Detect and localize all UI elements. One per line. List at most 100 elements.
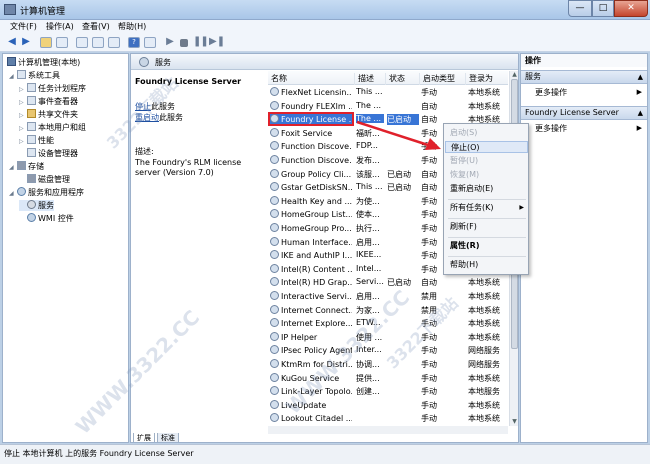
service-name: Foxit Service	[281, 128, 333, 138]
expand-icon[interactable]: ▷	[19, 99, 27, 106]
table-row[interactable]: Intel(R) HD Grap... Servi... 已启动 自动 本地系统	[268, 276, 508, 290]
menu-help[interactable]: 帮助(H)	[118, 21, 146, 32]
collapse-icon[interactable]: ▲	[638, 71, 643, 83]
expand-icon[interactable]: ▷	[19, 112, 27, 119]
table-row[interactable]: IPsec Policy Agent Inter... 手动 网络服务	[268, 344, 508, 358]
up-folder-icon[interactable]	[40, 37, 52, 48]
column-name[interactable]: 名称	[268, 73, 287, 85]
tab-extended[interactable]: 扩展	[133, 433, 155, 442]
table-row[interactable]: KtmRm for Distri... 协调... 手动 网络服务	[268, 358, 508, 372]
service-name: HomeGroup List...	[281, 210, 352, 220]
startup-type-cell: 手动	[421, 332, 437, 342]
service-name: Intel(R) HD Grap...	[281, 278, 352, 288]
table-row[interactable]: Internet Explore... ETW... 手动 本地系统	[268, 317, 508, 331]
context-menu-item-label: 帮助(H)	[450, 260, 479, 269]
menu-action[interactable]: 操作(A)	[46, 21, 74, 32]
expand-icon[interactable]: ◢	[9, 73, 17, 80]
service-name-cell: Human Interface...	[270, 236, 352, 247]
more-actions-foundry[interactable]: 更多操作 ▶	[521, 122, 647, 135]
expand-icon[interactable]: ◢	[9, 190, 17, 197]
scroll-up-icon[interactable]: ▲	[510, 71, 518, 79]
back-arrow-icon[interactable]: ◀	[6, 37, 18, 48]
scroll-down-icon[interactable]: ▼	[510, 418, 518, 426]
service-gear-icon	[270, 291, 279, 300]
actions-section-services[interactable]: 服务 ▲	[521, 70, 647, 84]
forward-arrow-icon[interactable]: ▶	[20, 37, 32, 48]
service-gear-icon	[270, 413, 279, 423]
computer-management-icon	[4, 4, 16, 15]
stop-service-link[interactable]: 停止	[135, 102, 151, 111]
service-description-panel: Foundry License Server 停止此服务 重启动此服务 描述: …	[131, 71, 266, 426]
tree-item[interactable]: ▷ 性能	[19, 135, 54, 146]
tree-item[interactable]: ▷ 共享文件夹	[19, 109, 78, 120]
tree-item[interactable]: ▷ 任务计划程序	[19, 83, 86, 94]
column-description[interactable]: 描述	[354, 73, 374, 85]
start-service-icon[interactable]: ▶	[164, 37, 176, 48]
tree-item[interactable]: ◢ 服务和应用程序	[9, 187, 84, 198]
storage-icon	[17, 161, 26, 170]
table-row[interactable]: FlexNet Licensin... This ... 手动 本地系统	[268, 86, 508, 100]
context-menu-item[interactable]: 属性(R)	[445, 240, 528, 252]
services-gear-icon	[139, 57, 149, 67]
table-row[interactable]: Interactive Servi... 启用... 禁用 本地系统	[268, 290, 508, 304]
context-menu-item-label: 恢复(M)	[450, 170, 480, 179]
submenu-arrow-icon: ▶	[636, 88, 642, 96]
show-action-pane-icon[interactable]	[144, 37, 156, 48]
restart-service-icon[interactable]: ▶❚	[209, 37, 225, 48]
tree-item[interactable]: 磁盘管理	[19, 174, 70, 185]
service-gear-icon	[270, 223, 279, 232]
context-menu-item-label: 暂停(U)	[450, 156, 479, 165]
restart-service-link[interactable]: 重启动	[135, 113, 159, 122]
stop-service-icon[interactable]	[180, 39, 188, 47]
properties-icon[interactable]	[108, 37, 120, 48]
maximize-button[interactable]: □	[592, 0, 614, 17]
tree-item[interactable]: 设备管理器	[19, 148, 78, 159]
table-row[interactable]: IP Helper 使用 ... 手动 本地系统	[268, 331, 508, 345]
menu-view[interactable]: 查看(V)	[82, 21, 110, 32]
expand-icon[interactable]: ◢	[9, 164, 17, 171]
refresh-icon[interactable]	[92, 37, 104, 48]
description-cell: 执行...	[356, 224, 380, 233]
service-gear-icon	[270, 114, 279, 124]
minimize-button[interactable]: —	[568, 0, 592, 17]
column-status[interactable]: 状态	[385, 73, 405, 85]
pause-service-icon[interactable]: ❚❚	[193, 37, 209, 48]
expand-icon[interactable]: ▷	[19, 86, 27, 93]
context-menu-item[interactable]: 重新启动(E)	[445, 183, 528, 195]
description-cell: 该服...	[356, 169, 380, 179]
tree-item[interactable]: ▷ 事件查看器	[19, 96, 78, 107]
menu-file[interactable]: 文件(F)	[10, 21, 37, 32]
help-icon[interactable]: ?	[128, 37, 140, 48]
context-menu-item[interactable]: 停止(O)	[445, 141, 528, 153]
context-menu-item[interactable]: 帮助(H)	[445, 259, 528, 271]
table-row[interactable]: LiveUpdate 手动 本地系统	[268, 399, 508, 413]
context-menu-item[interactable]: 刷新(F)	[445, 221, 528, 233]
show-hide-tree-icon[interactable]	[56, 37, 68, 48]
tree-item[interactable]: ▷ 本地用户和组	[19, 122, 86, 133]
more-actions-services[interactable]: 更多操作 ▶	[521, 86, 647, 99]
table-row[interactable]: Lookout Citadel ... 手动 本地系统	[268, 412, 508, 426]
logon-cell: 本地系统	[468, 88, 500, 97]
table-row[interactable]: Internet Connect... 为家... 禁用 本地系统	[268, 304, 508, 318]
tree-item[interactable]: WMI 控件	[19, 213, 74, 224]
tree-root[interactable]: 计算机管理(本地)	[7, 57, 80, 68]
expand-icon[interactable]: ▷	[19, 125, 27, 132]
service-name: Function Discove...	[281, 142, 352, 152]
tab-standard[interactable]: 标准	[157, 433, 179, 442]
service-name: Internet Explore...	[281, 319, 352, 329]
column-startup-type[interactable]: 启动类型	[419, 73, 455, 85]
column-logon-as[interactable]: 登录为	[465, 73, 493, 85]
actions-section-foundry[interactable]: Foundry License Server ▲	[521, 106, 647, 120]
tree-item-label: 性能	[38, 136, 54, 145]
tree-item[interactable]: ◢ 存储	[9, 161, 44, 172]
table-row[interactable]: KuGou Service 提供... 手动 本地系统	[268, 372, 508, 386]
expand-icon[interactable]: ▷	[19, 138, 27, 145]
table-row[interactable]: Link-Layer Topolo... 创建... 手动 本地服务	[268, 385, 508, 399]
close-button[interactable]: ✕	[614, 0, 648, 17]
export-list-icon[interactable]	[76, 37, 88, 48]
tree-item[interactable]: ◢ 系统工具	[9, 70, 60, 81]
collapse-icon[interactable]: ▲	[638, 107, 643, 119]
context-menu-item[interactable]: 所有任务(K) ▶	[445, 202, 528, 214]
table-row[interactable]: Foundry FLEXlm ... The ... 自动 本地系统	[268, 100, 508, 114]
tree-item[interactable]: 服务	[19, 200, 54, 211]
